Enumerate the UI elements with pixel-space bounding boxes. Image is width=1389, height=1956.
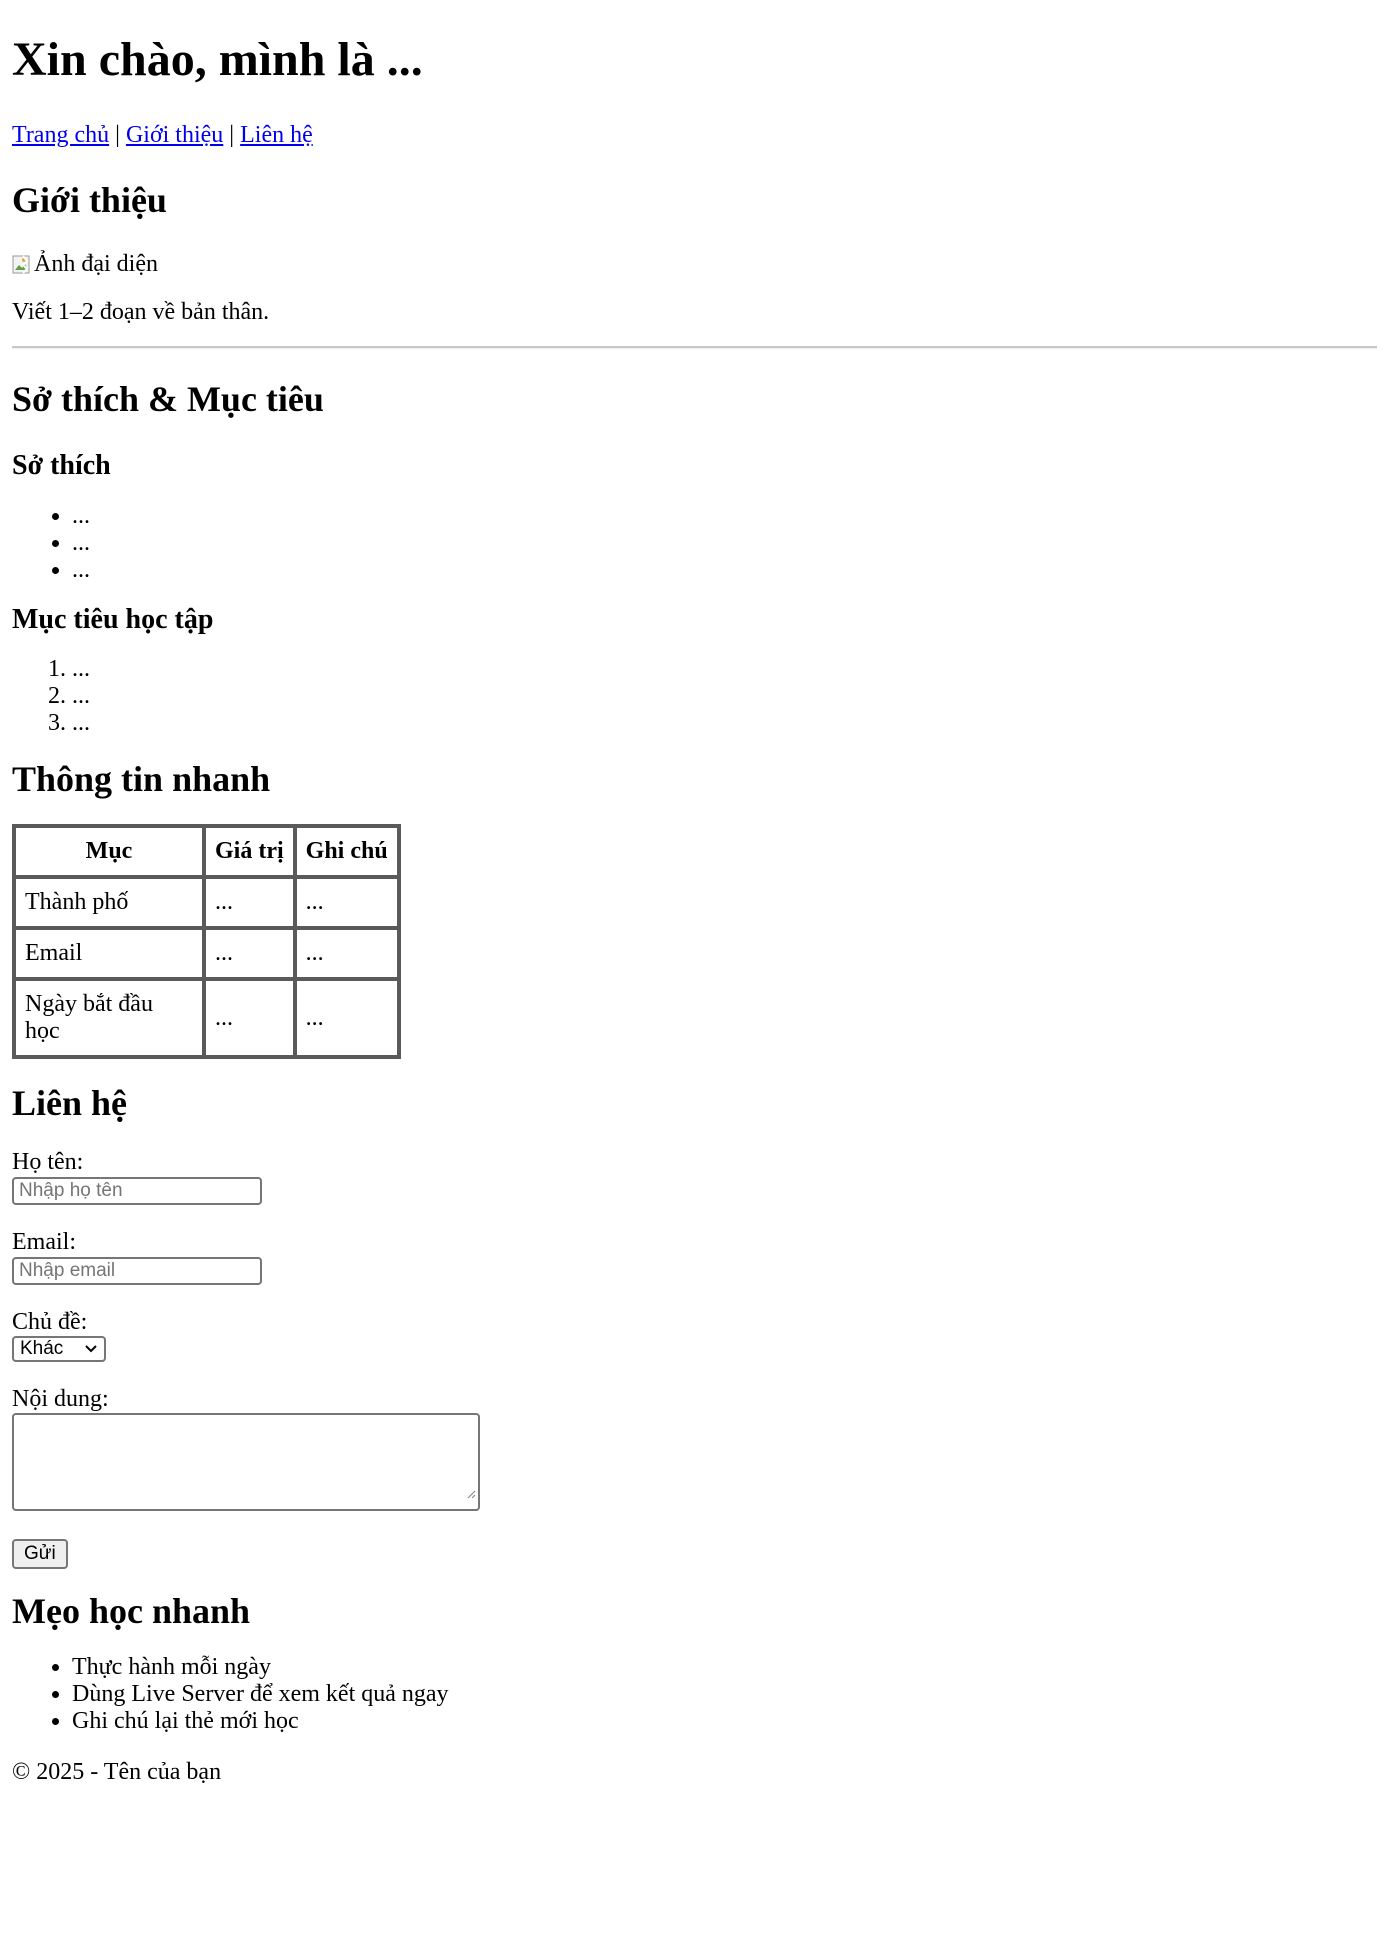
page-title: Xin chào, mình là ... <box>12 33 423 86</box>
column-header: Ghi chú <box>294 826 399 878</box>
email-field[interactable] <box>12 1256 262 1285</box>
nav-link-contact[interactable]: Liên hệ <box>240 122 313 148</box>
contact-form: Họ tên: Email: Chủ đề: Khác Nội dung: Gử… <box>12 1149 1377 1569</box>
divider <box>12 345 1377 349</box>
hobbies-heading: Sở thích <box>12 450 111 482</box>
avatar-alt-text: Ảnh đại diện <box>34 250 158 277</box>
nav-link-home[interactable]: Trang chủ <box>12 122 109 148</box>
footer-text: © 2025 - Tên của bạn <box>12 1758 222 1785</box>
intro-text: Viết 1–2 đoạn về bản thân. <box>12 299 270 326</box>
intro-heading: Giới thiệu <box>12 179 167 220</box>
broken-image-icon <box>12 254 34 276</box>
table-cell: ... <box>204 979 295 1058</box>
column-header: Giá trị <box>204 826 295 878</box>
message-label: Nội dung: <box>12 1385 109 1412</box>
table-row: Email ... ... <box>14 928 399 980</box>
table-cell: ... <box>294 928 399 980</box>
nav-separator: | <box>229 122 235 148</box>
list-item: ... <box>72 530 1377 557</box>
email-label: Email: <box>12 1228 76 1255</box>
footer: © 2025 - Tên của bạn <box>12 1759 1377 1787</box>
goals-heading: Mục tiêu học tập <box>12 603 214 635</box>
tips-list: Thực hành mỗi ngày Dùng Live Server để x… <box>12 1654 1377 1735</box>
quick-info-section: Thông tin nhanh Mục Giá trị Ghi chú Thàn… <box>12 758 1377 1060</box>
table-cell: Ngày bắt đầu học <box>14 979 204 1058</box>
contact-heading: Liên hệ <box>12 1083 128 1124</box>
list-item: ... <box>72 557 1377 584</box>
tips-heading: Mẹo học nhanh <box>12 1590 251 1631</box>
list-item: ... <box>72 710 1377 737</box>
table-cell: Thành phố <box>14 877 204 929</box>
table-cell: ... <box>294 979 399 1058</box>
quick-info-table: Mục Giá trị Ghi chú Thành phố ... ... Em… <box>12 824 401 1060</box>
list-item: Ghi chú lại thẻ mới học <box>72 1708 1377 1735</box>
tips-section: Mẹo học nhanh Thực hành mỗi ngày Dùng Li… <box>12 1591 1377 1735</box>
topic-selected-value: Khác <box>20 1337 64 1359</box>
topic-select[interactable]: Khác <box>12 1335 106 1362</box>
list-item: ... <box>72 683 1377 710</box>
contact-section: Liên hệ Họ tên: Email: Chủ đề: Khác Nội … <box>12 1083 1377 1569</box>
table-cell: ... <box>294 877 399 929</box>
table-row: Ngày bắt đầu học ... ... <box>14 979 399 1058</box>
avatar: Ảnh đại diện <box>12 251 158 279</box>
list-item: ... <box>72 656 1377 683</box>
hobbies-list: ... ... ... <box>12 503 1377 584</box>
table-cell: Email <box>14 928 204 980</box>
nav-link-about[interactable]: Giới thiệu <box>126 122 223 148</box>
interests-heading: Sở thích & Mục tiêu <box>12 378 324 419</box>
table-row: Thành phố ... ... <box>14 877 399 929</box>
column-header: Mục <box>14 826 204 878</box>
list-item: Dùng Live Server để xem kết quả ngay <box>72 1681 1377 1708</box>
interests-section: Sở thích & Mục tiêu Sở thích ... ... ...… <box>12 379 1377 737</box>
list-item: Thực hành mỗi ngày <box>72 1654 1377 1681</box>
name-label: Họ tên: <box>12 1148 84 1175</box>
list-item: ... <box>72 503 1377 530</box>
table-cell: ... <box>204 877 295 929</box>
resize-grip-icon[interactable] <box>466 1479 476 1507</box>
goals-list: ... ... ... <box>12 656 1377 737</box>
message-textarea[interactable] <box>12 1412 480 1511</box>
top-nav: Trang chủ | Giới thiệu | Liên hệ <box>12 122 1377 150</box>
page: Xin chào, mình là ... Trang chủ | Giới t… <box>0 0 1389 1787</box>
table-header-row: Mục Giá trị Ghi chú <box>14 826 399 878</box>
nav-separator: | <box>115 122 120 148</box>
table-cell: ... <box>204 928 295 980</box>
topic-label: Chủ đề: <box>12 1308 88 1335</box>
submit-button[interactable]: Gửi <box>12 1538 68 1569</box>
name-field[interactable] <box>12 1176 262 1205</box>
chevron-down-icon <box>84 1338 98 1360</box>
quick-info-heading: Thông tin nhanh <box>12 758 271 799</box>
intro-section: Giới thiệu Ảnh đại diện Viết 1–2 đoạn về… <box>12 180 1377 327</box>
